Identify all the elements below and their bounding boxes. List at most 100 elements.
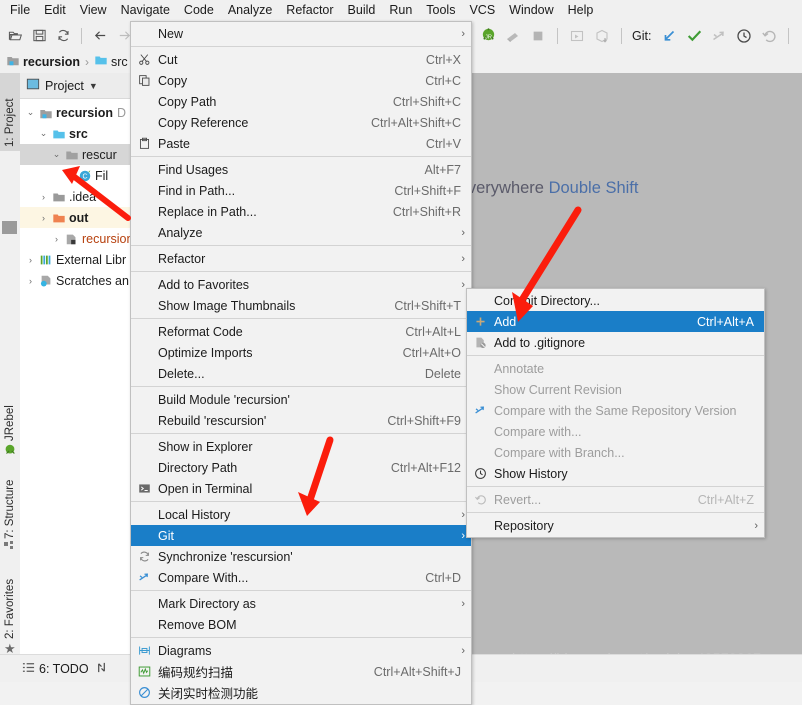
menu-item[interactable]: Mark Directory as › [131, 593, 471, 614]
context-menu[interactable]: New › Cut Ctrl+X Copy Ctrl+C Copy Path Ctrl+Shi… [130, 21, 472, 705]
menu-item[interactable]: Copy Reference Ctrl+Alt+Shift+C [131, 112, 471, 133]
breadcrumb-folder[interactable]: src [111, 55, 128, 69]
chevron-down-icon[interactable]: ⌄ [24, 107, 37, 118]
menu-item[interactable]: Analyze › [131, 222, 471, 243]
menu-item[interactable]: Cut Ctrl+X [131, 49, 471, 70]
history-clock-icon [467, 467, 494, 480]
update-project-icon[interactable] [658, 25, 680, 47]
tree-node[interactable]: › out [20, 207, 145, 228]
source-folder-icon [50, 127, 67, 141]
menu-item[interactable]: Reformat Code Ctrl+Alt+L [131, 321, 471, 342]
menu-item-shortcut: Ctrl+Alt+Z [697, 492, 754, 507]
menu-item[interactable]: 关闭实时检测功能 [131, 682, 471, 703]
save-icon[interactable] [28, 25, 50, 47]
chevron-right-icon[interactable]: › [63, 171, 76, 181]
menu-help[interactable]: Help [561, 1, 601, 20]
menu-item[interactable]: Show Image Thumbnails Ctrl+Shift+T [131, 295, 471, 316]
open-folder-icon[interactable] [4, 25, 26, 47]
chevron-down-icon[interactable]: ⌄ [50, 149, 63, 160]
menu-item[interactable]: Copy Path Ctrl+Shift+C [131, 91, 471, 112]
chevron-right-icon[interactable]: › [37, 213, 50, 223]
menu-item[interactable]: Show History [467, 463, 764, 484]
status-vcs[interactable] [95, 661, 108, 677]
menu-item[interactable]: 编码规约扫描 Ctrl+Alt+Shift+J [131, 661, 471, 682]
menu-item[interactable]: Find in Path... Ctrl+Shift+F [131, 180, 471, 201]
menu-item[interactable]: Add to Favorites › [131, 274, 471, 295]
menu-build[interactable]: Build [341, 1, 383, 20]
tree-node[interactable]: › Scratches an [20, 270, 145, 291]
chevron-right-icon[interactable]: › [50, 234, 63, 244]
tree-node[interactable]: ⌄ recursion D [20, 102, 145, 123]
menu-refactor[interactable]: Refactor [279, 1, 340, 20]
tree-node[interactable]: › External Libr [20, 249, 145, 270]
breadcrumb-project[interactable]: recursion [23, 55, 80, 69]
menu-navigate[interactable]: Navigate [114, 1, 177, 20]
menu-item-label: Paste [158, 136, 190, 151]
commit-checkmark-icon[interactable] [683, 25, 705, 47]
menu-code[interactable]: Code [177, 1, 221, 20]
menu-item[interactable]: Rebuild 'rescursion' Ctrl+Shift+F9 [131, 410, 471, 431]
menu-item[interactable]: Repository › [467, 515, 764, 536]
chevron-right-icon[interactable]: › [24, 276, 37, 286]
stop-icon [527, 25, 549, 47]
menu-item[interactable]: Diagrams › [131, 640, 471, 661]
menu-item[interactable]: Synchronize 'rescursion' [131, 546, 471, 567]
menu-item[interactable]: Add Ctrl+Alt+A [467, 311, 764, 332]
sync-icon [131, 550, 158, 563]
menu-item[interactable]: Replace in Path... Ctrl+Shift+R [131, 201, 471, 222]
menu-vcs[interactable]: VCS [462, 1, 502, 20]
menu-item[interactable]: Remove BOM [131, 614, 471, 635]
sync-icon[interactable] [52, 25, 74, 47]
sidebar-item-favorites[interactable]: 2: Favorites [0, 547, 20, 643]
sidebar-item-label: JRebel [4, 405, 16, 441]
chevron-down-icon[interactable]: ▼ [89, 81, 98, 91]
tree-node[interactable]: ⌄ rescur [20, 144, 145, 165]
menu-item[interactable]: Find Usages Alt+F7 [131, 159, 471, 180]
status-todo[interactable]: 6: TODO [22, 661, 89, 677]
menu-tools[interactable]: Tools [419, 1, 462, 20]
chevron-down-icon[interactable]: ⌄ [37, 128, 50, 139]
menu-analyze[interactable]: Analyze [221, 1, 279, 20]
menu-item[interactable]: Show in Explorer [131, 436, 471, 457]
menu-item[interactable]: Compare With... Ctrl+D [131, 567, 471, 588]
menu-item[interactable]: Commit Directory... [467, 290, 764, 311]
menu-item[interactable]: Local History › [131, 504, 471, 525]
chevron-right-icon[interactable]: › [24, 255, 37, 265]
menu-edit[interactable]: Edit [37, 1, 73, 20]
menu-run[interactable]: Run [382, 1, 419, 20]
menu-item[interactable]: Git › [131, 525, 471, 546]
tree-node[interactable]: › .idea [20, 186, 145, 207]
menu-item[interactable]: Directory Path Ctrl+Alt+F12 [131, 457, 471, 478]
menu-item[interactable]: Open in Terminal [131, 478, 471, 499]
back-arrow-icon[interactable] [89, 25, 111, 47]
menu-item[interactable]: New › [131, 23, 471, 44]
sidebar-item-jrebel[interactable]: JRebel [0, 375, 20, 445]
menu-view[interactable]: View [73, 1, 114, 20]
menu-window[interactable]: Window [502, 1, 560, 20]
menu-item[interactable]: Add to .gitignore [467, 332, 764, 353]
menu-item-label: Copy Reference [158, 115, 249, 130]
menu-item[interactable]: Copy Ctrl+C [131, 70, 471, 91]
editor-scrollbar[interactable] [793, 73, 802, 655]
tree-node-label: out [69, 210, 89, 225]
wrench-icon[interactable] [797, 25, 802, 47]
menu-item-label: Git [158, 528, 174, 543]
jrebel-run-icon[interactable]: JR [477, 25, 499, 47]
menu-item[interactable]: Delete... Delete [131, 363, 471, 384]
menu-file[interactable]: File [3, 1, 37, 20]
menu-item-label: Mark Directory as [158, 596, 256, 611]
menu-item[interactable]: Optimize Imports Ctrl+Alt+O [131, 342, 471, 363]
chevron-right-icon: › [461, 226, 465, 239]
menu-item[interactable]: Paste Ctrl+V [131, 133, 471, 154]
tree-node[interactable]: ⌄ src [20, 123, 145, 144]
sidebar-item-project[interactable]: 1: Project [0, 73, 20, 151]
chevron-right-icon[interactable]: › [37, 192, 50, 202]
git-submenu[interactable]: Commit Directory... Add Ctrl+Alt+A Add to .… [466, 288, 765, 538]
menu-item[interactable]: Refactor › [131, 248, 471, 269]
svg-text:JR: JR [485, 34, 492, 40]
tree-node[interactable]: › C Fil [20, 165, 145, 186]
sidebar-item-structure[interactable]: 7: Structure [0, 451, 20, 543]
tree-node[interactable]: › recursion [20, 228, 145, 249]
history-clock-icon[interactable] [733, 25, 755, 47]
menu-item[interactable]: Build Module 'recursion' [131, 389, 471, 410]
